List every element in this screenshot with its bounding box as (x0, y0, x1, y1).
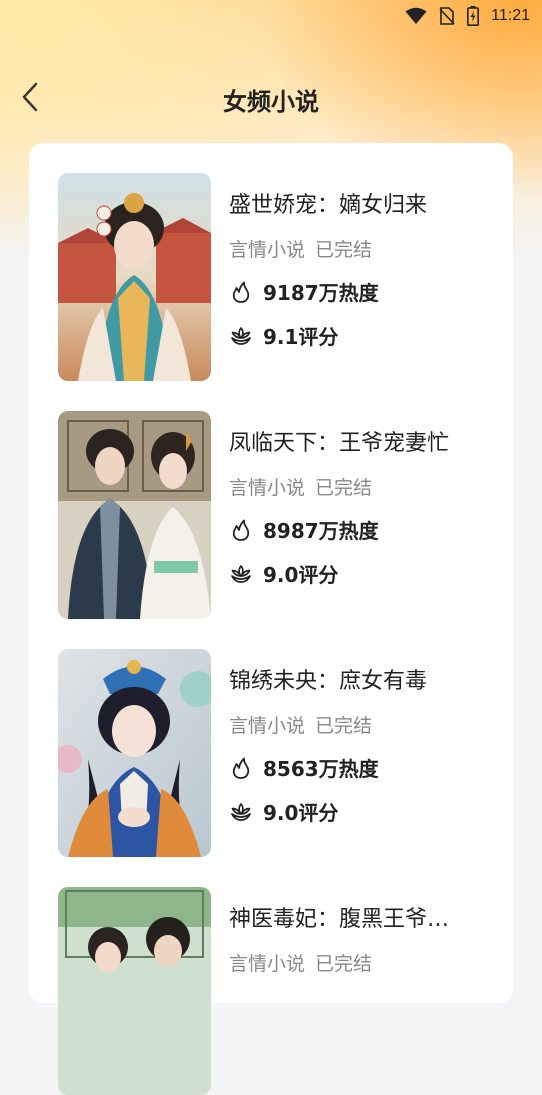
flame-icon (229, 280, 253, 304)
book-title[interactable]: 凤临天下：王爷宠妻忙 (229, 425, 489, 457)
lotus-icon (229, 800, 253, 824)
book-item[interactable]: 盛世娇宠：嫡女归来 言情小说 已完结 9187万热度 9.1评分 (58, 173, 488, 381)
book-heat-text: 9187万热度 (263, 281, 379, 305)
book-rating-text: 9.0评分 (263, 801, 339, 825)
page-title: 女频小说 (223, 88, 319, 116)
book-heat: 9187万热度 (229, 277, 379, 306)
book-heat-text: 8987万热度 (263, 519, 379, 543)
book-cover[interactable] (58, 173, 211, 381)
book-rating-text: 9.0评分 (263, 563, 339, 587)
book-heat-text: 8563万热度 (263, 757, 379, 781)
battery-charging-icon (467, 6, 480, 26)
book-cover[interactable] (58, 649, 211, 857)
book-rating: 9.0评分 (229, 559, 338, 588)
book-heat: 8563万热度 (229, 753, 379, 782)
page-header: 女频小说 (0, 72, 542, 124)
book-title[interactable]: 锦绣未央：庶女有毒 (229, 663, 489, 695)
book-rating: 9.1评分 (229, 321, 338, 350)
book-genre: 言情小说 (229, 715, 306, 737)
book-status: 已完结 (315, 477, 373, 499)
book-meta: 言情小说 已完结 (229, 235, 372, 262)
book-item[interactable]: 神医毒妃：腹黑王爷… 言情小说 已完结 (58, 887, 488, 1095)
book-meta: 言情小说 已完结 (229, 473, 372, 500)
book-title[interactable]: 神医毒妃：腹黑王爷… (229, 901, 489, 933)
book-status: 已完结 (315, 953, 373, 975)
book-cover[interactable] (58, 887, 211, 1095)
book-item[interactable]: 凤临天下：王爷宠妻忙 言情小说 已完结 8987万热度 9.0评分 (58, 411, 488, 619)
book-item[interactable]: 锦绣未央：庶女有毒 言情小说 已完结 8563万热度 9.0评分 (58, 649, 488, 857)
book-meta: 言情小说 已完结 (229, 711, 372, 738)
book-list-card: 盛世娇宠：嫡女归来 言情小说 已完结 9187万热度 9.1评分 凤临天下：王爷… (29, 143, 513, 1095)
book-genre: 言情小说 (229, 953, 306, 975)
book-genre: 言情小说 (229, 477, 306, 499)
status-bar: 11:21 (0, 0, 542, 32)
book-cover[interactable] (58, 411, 211, 619)
lotus-icon (229, 324, 253, 348)
book-rating-text: 9.1评分 (263, 325, 339, 349)
status-time: 11:21 (491, 7, 530, 24)
book-genre: 言情小说 (229, 239, 306, 261)
no-sim-icon (439, 7, 455, 25)
book-status: 已完结 (315, 239, 373, 261)
wifi-icon (405, 7, 427, 25)
book-title[interactable]: 盛世娇宠：嫡女归来 (229, 187, 489, 219)
flame-icon (229, 756, 253, 780)
book-rating: 9.0评分 (229, 797, 338, 826)
book-status: 已完结 (315, 715, 373, 737)
flame-icon (229, 518, 253, 542)
lotus-icon (229, 562, 253, 586)
book-heat: 8987万热度 (229, 515, 379, 544)
